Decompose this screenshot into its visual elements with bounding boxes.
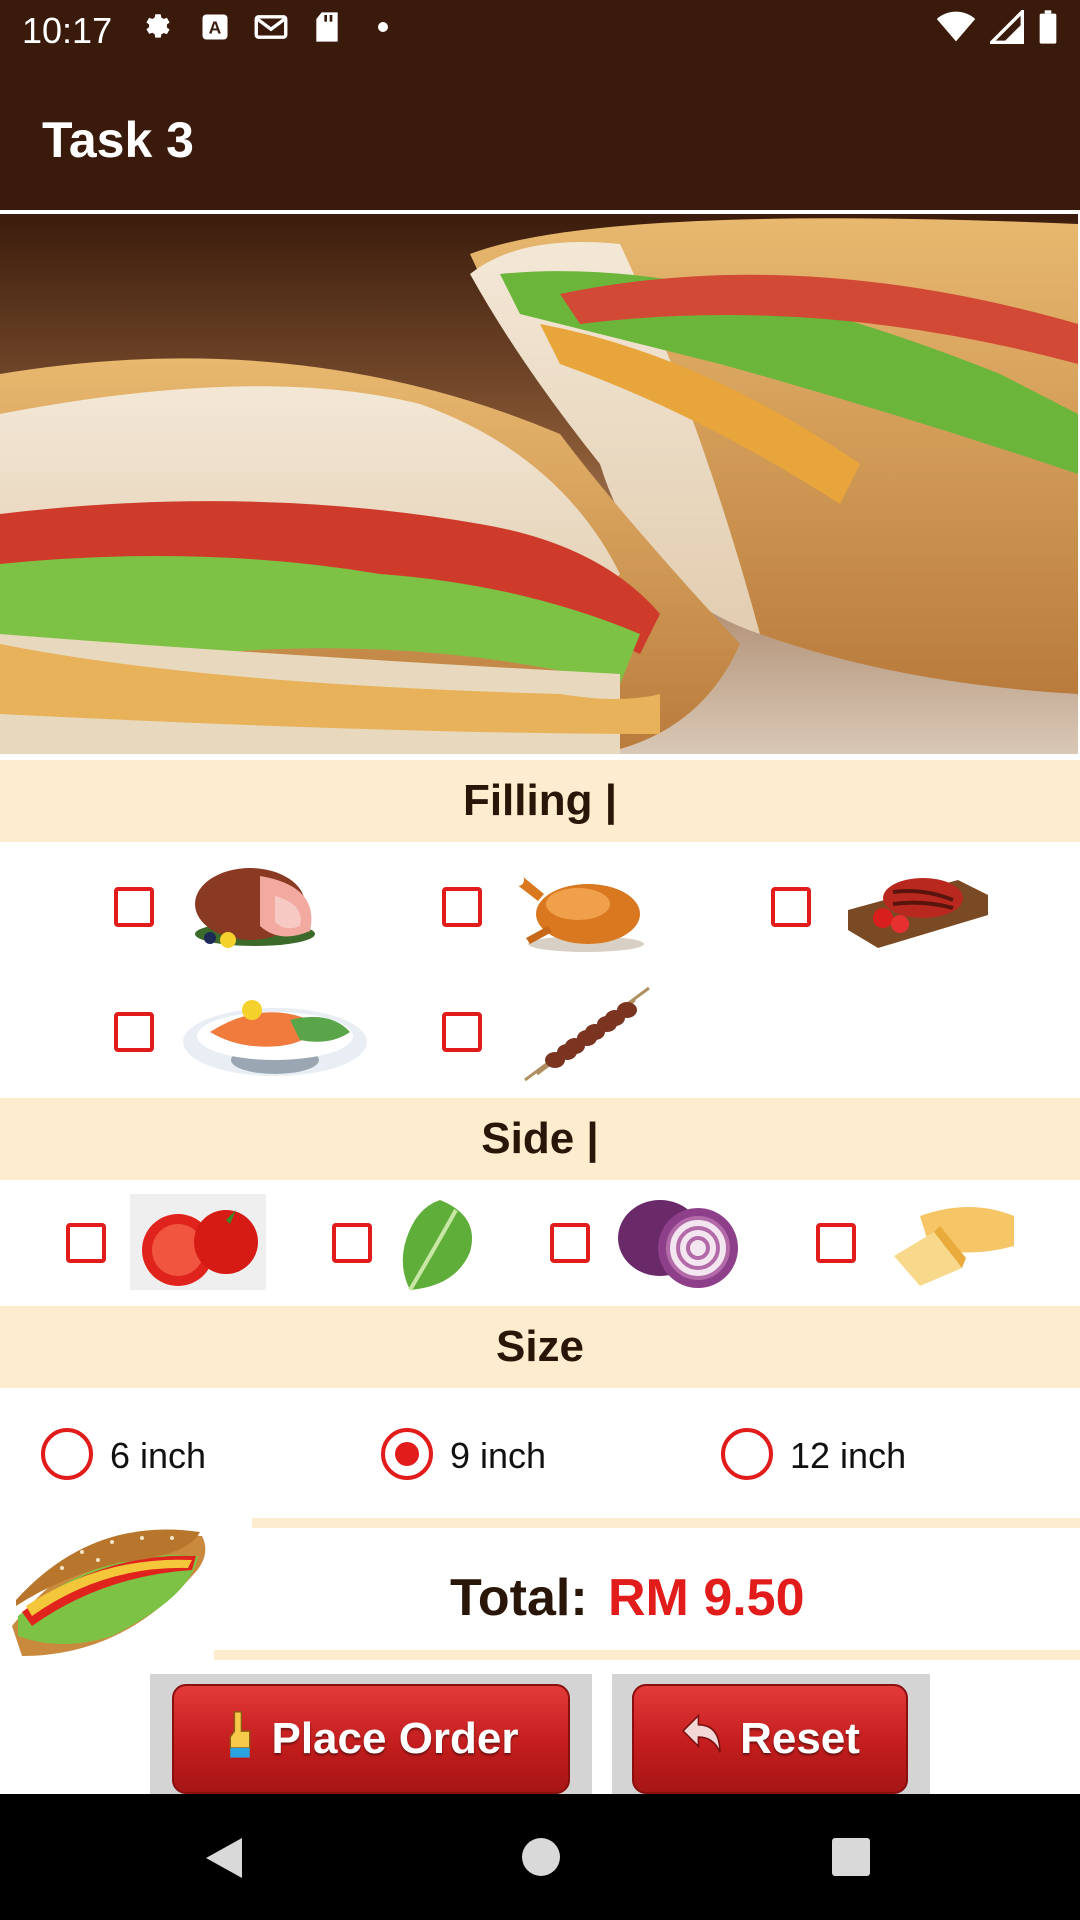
- sandwich-photo: [0, 214, 1078, 754]
- steak-icon: [838, 860, 988, 955]
- filling-checkbox-2[interactable]: [442, 887, 482, 927]
- place-order-frame: Place Order: [150, 1674, 592, 1794]
- undo-arrow-icon: [680, 1712, 726, 1767]
- size-radio-6-inch[interactable]: [41, 1428, 93, 1480]
- size-label-9-inch: 9 inch: [450, 1435, 547, 1476]
- recents-icon[interactable]: [830, 1836, 872, 1883]
- filling-checkbox-4[interactable]: [114, 1012, 154, 1052]
- tomato-icon: [130, 1194, 266, 1295]
- side-checkbox-4[interactable]: [816, 1223, 856, 1263]
- status-time: 10:17: [22, 10, 113, 51]
- home-icon[interactable]: [520, 1836, 562, 1883]
- reset-button[interactable]: Reset: [632, 1684, 908, 1794]
- sd-card-icon: [310, 10, 344, 44]
- svg-text:A: A: [209, 17, 222, 37]
- hand-pointer-icon: [223, 1709, 257, 1770]
- kebab-skewers-icon: [515, 982, 655, 1087]
- signal-icon: [987, 7, 1024, 49]
- onion-icon: [612, 1194, 748, 1295]
- roast-chicken-icon: [508, 856, 658, 961]
- reset-label: Reset: [740, 1714, 860, 1763]
- battery-icon: [1038, 10, 1058, 49]
- total-value: RM 9.50: [608, 1569, 805, 1627]
- gmail-icon: [254, 10, 288, 44]
- filling-checkbox-5[interactable]: [442, 1012, 482, 1052]
- size-radio-9-inch[interactable]: [381, 1428, 433, 1480]
- status-bar: 10:17 A: [0, 0, 1080, 63]
- salmon-plate-icon: [180, 980, 370, 1085]
- side-checkbox-1[interactable]: [66, 1223, 106, 1263]
- a-box-icon: A: [198, 10, 232, 44]
- place-order-button[interactable]: Place Order: [172, 1684, 570, 1794]
- side-header: Side |: [0, 1098, 1080, 1180]
- back-icon[interactable]: [202, 1834, 246, 1887]
- sub-sandwich-icon: [2, 1516, 214, 1667]
- size-radio-12-inch[interactable]: [721, 1428, 773, 1480]
- size-label-12-inch: 12 inch: [790, 1435, 907, 1476]
- side-checkbox-3[interactable]: [550, 1223, 590, 1263]
- app-bar: Task 3: [0, 63, 1080, 210]
- dot-icon: [366, 10, 400, 44]
- lettuce-icon: [396, 1196, 480, 1297]
- size-header: Size: [0, 1306, 1080, 1388]
- cheese-icon: [890, 1196, 1020, 1293]
- reset-frame: Reset: [612, 1674, 930, 1794]
- ham-icon: [180, 856, 330, 957]
- filling-checkbox-1[interactable]: [114, 887, 154, 927]
- navigation-bar: [0, 1794, 1080, 1920]
- settings-icon: [142, 10, 176, 44]
- side-checkbox-2[interactable]: [332, 1223, 372, 1263]
- filling-checkbox-3[interactable]: [771, 887, 811, 927]
- total-label: Total:: [450, 1569, 588, 1627]
- page-title: Task 3: [42, 112, 194, 168]
- wifi-icon: [936, 11, 976, 48]
- filling-header: Filling |: [0, 760, 1080, 842]
- size-label-6-inch: 6 inch: [110, 1435, 207, 1476]
- place-order-label: Place Order: [271, 1714, 519, 1763]
- divider-top: [252, 1518, 1080, 1528]
- divider-bottom: [214, 1650, 1080, 1660]
